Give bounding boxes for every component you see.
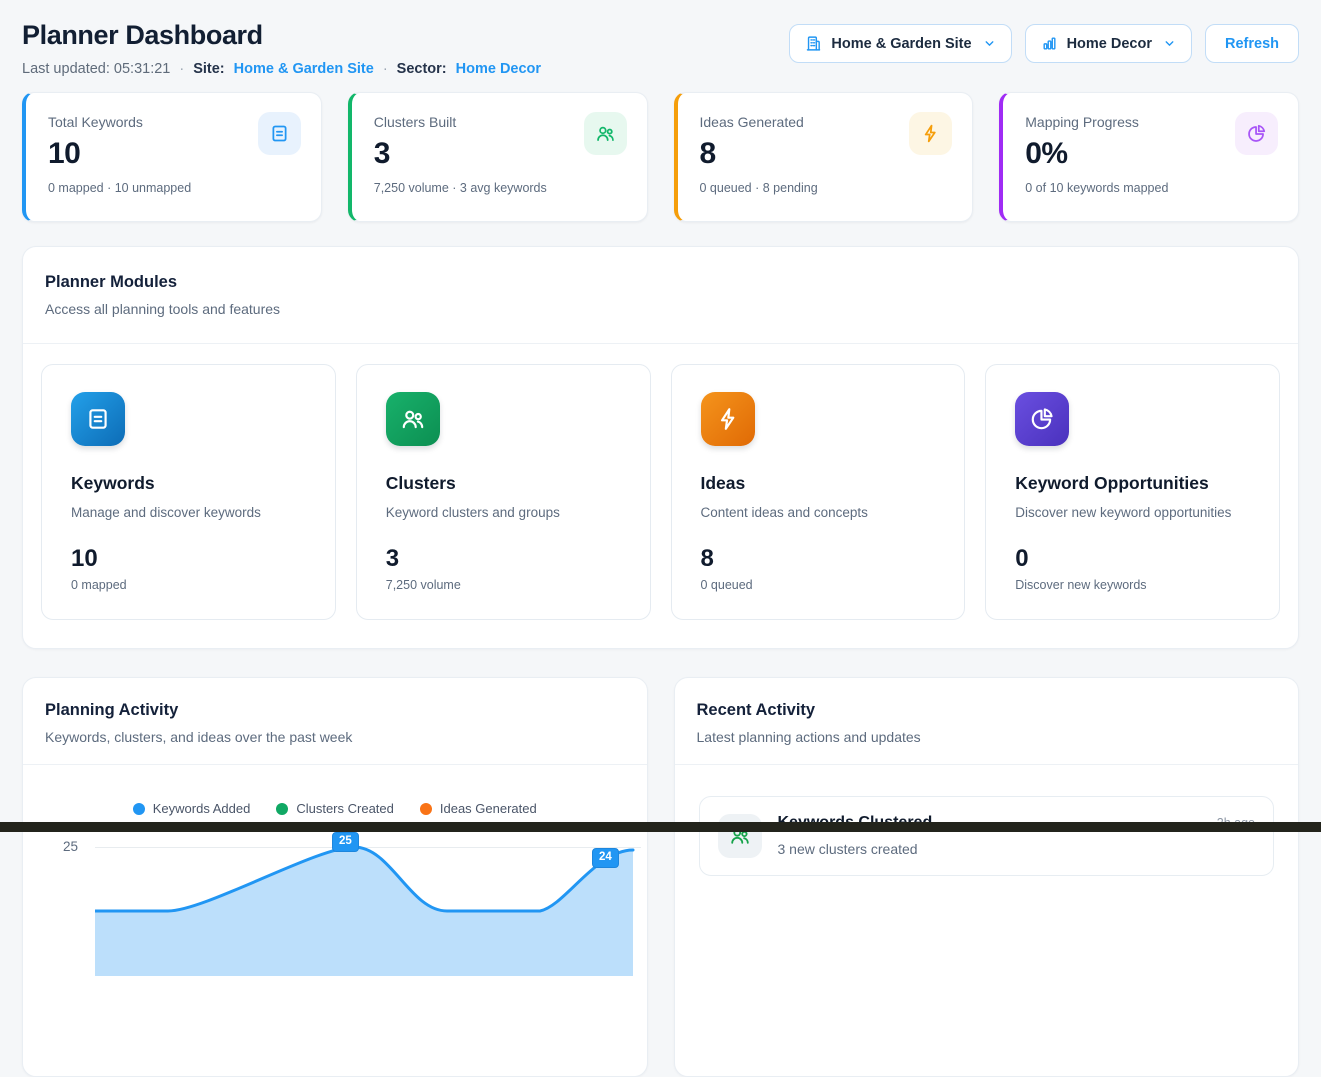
bar-chart-icon <box>1041 35 1058 52</box>
recent-activity-title: Recent Activity <box>697 701 1277 720</box>
chart-legend: Keywords Added Clusters Created Ideas Ge… <box>23 801 647 816</box>
module-value: 0 <box>1015 545 1250 573</box>
stat-cards-row: Total Keywords 10 0 mapped · 10 unmapped… <box>22 92 1299 222</box>
module-description: Keyword clusters and groups <box>386 505 621 520</box>
refresh-button[interactable]: Refresh <box>1205 24 1299 63</box>
module-card-keywords[interactable]: Keywords Manage and discover keywords 10… <box>41 364 336 620</box>
dot-separator: · <box>383 61 388 77</box>
modules-panel-header: Planner Modules Access all planning tool… <box>23 247 1298 343</box>
chevron-down-icon <box>1163 37 1176 50</box>
users-icon <box>718 814 762 858</box>
modules-grid: Keywords Manage and discover keywords 10… <box>23 344 1298 648</box>
stat-card-clusters-built: Clusters Built 3 7,250 volume · 3 avg ke… <box>348 92 648 222</box>
module-card-clusters[interactable]: Clusters Keyword clusters and groups 3 7… <box>356 364 651 620</box>
recent-activity-subtitle: Latest planning actions and updates <box>697 729 1277 745</box>
lightning-icon <box>701 392 755 446</box>
page-title: Planner Dashboard <box>22 20 541 51</box>
activity-item-description: 3 new clusters created <box>778 841 1201 857</box>
recent-activity-panel: Recent Activity Latest planning actions … <box>674 677 1300 1077</box>
planning-activity-header: Planning Activity Keywords, clusters, an… <box>23 678 647 764</box>
bottom-panels-row: Planning Activity Keywords, clusters, an… <box>22 677 1299 1077</box>
header-controls: Home & Garden Site Home Decor Refresh <box>789 24 1299 63</box>
data-label-24: 24 <box>592 848 619 868</box>
stat-subtext: 7,250 volume · 3 avg keywords <box>374 181 625 195</box>
sector-dropdown[interactable]: Home Decor <box>1025 24 1192 63</box>
legend-label: Clusters Created <box>296 801 394 816</box>
module-title: Clusters <box>386 473 621 494</box>
topbar: Planner Dashboard Last updated: 05:31:21… <box>22 0 1299 77</box>
module-title: Keywords <box>71 473 306 494</box>
planning-activity-panel: Planning Activity Keywords, clusters, an… <box>22 677 648 1077</box>
legend-item-keywords-added[interactable]: Keywords Added <box>133 801 251 816</box>
legend-label: Ideas Generated <box>440 801 537 816</box>
stat-card-ideas-generated: Ideas Generated 8 0 queued · 8 pending <box>674 92 974 222</box>
header-subline: Last updated: 05:31:21 · Site: Home & Ga… <box>22 61 541 77</box>
modules-panel-title: Planner Modules <box>45 273 1276 292</box>
users-icon <box>386 392 440 446</box>
data-label-25: 25 <box>332 832 359 852</box>
legend-label: Keywords Added <box>153 801 251 816</box>
document-icon <box>71 392 125 446</box>
module-subtext: Discover new keywords <box>1015 578 1250 592</box>
module-card-keyword-opportunities[interactable]: Keyword Opportunities Discover new keywo… <box>985 364 1280 620</box>
chevron-down-icon <box>983 37 996 50</box>
legend-item-ideas-generated[interactable]: Ideas Generated <box>420 801 537 816</box>
modules-panel-subtitle: Access all planning tools and features <box>45 301 1276 317</box>
activity-item-body: Keywords Clustered 3 new clusters create… <box>778 814 1201 857</box>
last-updated-text: Last updated: 05:31:21 <box>22 61 170 77</box>
legend-dot-green <box>276 803 288 815</box>
legend-dot-orange <box>420 803 432 815</box>
module-value: 10 <box>71 545 306 573</box>
legend-dot-blue <box>133 803 145 815</box>
module-subtext: 0 queued <box>701 578 936 592</box>
lightning-icon <box>909 112 952 155</box>
planner-modules-panel: Planner Modules Access all planning tool… <box>22 246 1299 649</box>
activity-list: Keywords Clustered 3 new clusters create… <box>675 765 1299 907</box>
module-subtext: 0 mapped <box>71 578 306 592</box>
module-description: Manage and discover keywords <box>71 505 306 520</box>
refresh-button-label: Refresh <box>1225 36 1279 52</box>
stat-subtext: 0 mapped · 10 unmapped <box>48 181 299 195</box>
module-title: Keyword Opportunities <box>1015 473 1250 494</box>
stat-subtext: 0 of 10 keywords mapped <box>1025 181 1276 195</box>
sector-label: Sector: <box>397 61 447 77</box>
module-value: 8 <box>701 545 936 573</box>
sector-dropdown-label: Home Decor <box>1067 36 1152 52</box>
legend-item-clusters-created[interactable]: Clusters Created <box>276 801 394 816</box>
sector-link[interactable]: Home Decor <box>456 61 541 77</box>
module-subtext: 7,250 volume <box>386 578 621 592</box>
module-title: Ideas <box>701 473 936 494</box>
planner-dashboard-page: Planner Dashboard Last updated: 05:31:21… <box>0 0 1321 1077</box>
divider <box>23 764 647 765</box>
site-label: Site: <box>193 61 224 77</box>
module-description: Content ideas and concepts <box>701 505 936 520</box>
stat-card-total-keywords: Total Keywords 10 0 mapped · 10 unmapped <box>22 92 322 222</box>
bottom-edge-bar <box>0 822 1321 832</box>
site-dropdown[interactable]: Home & Garden Site <box>789 24 1011 63</box>
module-description: Discover new keyword opportunities <box>1015 505 1250 520</box>
activity-item-keywords-clustered[interactable]: Keywords Clustered 3 new clusters create… <box>699 796 1275 876</box>
site-dropdown-label: Home & Garden Site <box>831 36 971 52</box>
planning-activity-title: Planning Activity <box>45 701 625 720</box>
module-card-ideas[interactable]: Ideas Content ideas and concepts 8 0 que… <box>671 364 966 620</box>
keywords-added-area-series <box>95 826 645 976</box>
planning-activity-chart: 25 25 24 <box>23 826 647 976</box>
site-link[interactable]: Home & Garden Site <box>234 61 374 77</box>
planning-activity-subtitle: Keywords, clusters, and ideas over the p… <box>45 729 625 745</box>
pie-chart-icon <box>1235 112 1278 155</box>
users-icon <box>584 112 627 155</box>
recent-activity-header: Recent Activity Latest planning actions … <box>675 678 1299 764</box>
module-value: 3 <box>386 545 621 573</box>
dot-separator: · <box>179 61 184 77</box>
pie-chart-icon <box>1015 392 1069 446</box>
building-icon <box>805 35 822 52</box>
header-text-block: Planner Dashboard Last updated: 05:31:21… <box>22 20 541 77</box>
document-icon <box>258 112 301 155</box>
stat-card-mapping-progress: Mapping Progress 0% 0 of 10 keywords map… <box>999 92 1299 222</box>
stat-subtext: 0 queued · 8 pending <box>700 181 951 195</box>
y-axis-tick: 25 <box>63 839 78 854</box>
